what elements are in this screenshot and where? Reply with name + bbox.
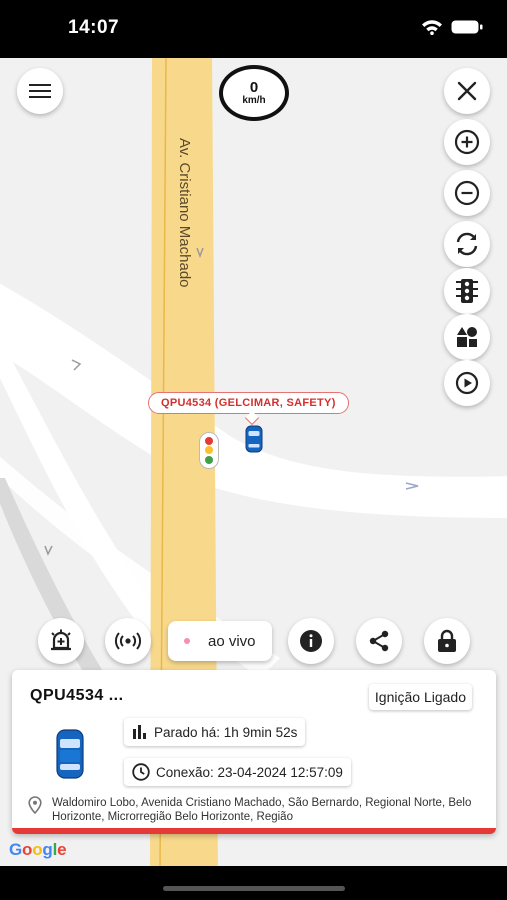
green-light bbox=[205, 456, 213, 465]
address-row: Waldomiro Lobo, Avenida Cristiano Machad… bbox=[28, 796, 488, 824]
status-bar: 14:07 bbox=[0, 0, 507, 58]
connection-time-chip: Conexão: 23-04-2024 12:57:09 bbox=[124, 758, 351, 786]
google-logo: Google bbox=[9, 840, 67, 859]
signal-broadcast-icon bbox=[115, 632, 141, 650]
status-time: 14:07 bbox=[68, 17, 120, 38]
minus-circle-icon bbox=[454, 180, 480, 206]
zoom-out-button[interactable] bbox=[444, 170, 490, 216]
traffic-signal-icon bbox=[199, 432, 219, 469]
refresh-icon bbox=[456, 232, 478, 256]
live-dot-icon bbox=[184, 638, 190, 644]
hamburger-icon bbox=[29, 84, 51, 98]
share-button[interactable] bbox=[356, 618, 402, 664]
connection-time-text: Conexão: 23-04-2024 12:57:09 bbox=[156, 764, 343, 780]
traffic-light-icon bbox=[456, 279, 478, 303]
live-button[interactable]: ao vivo bbox=[168, 621, 272, 661]
stopped-duration-text: Parado há: 1h 9min 52s bbox=[154, 724, 298, 740]
yellow-light bbox=[205, 446, 213, 455]
home-indicator bbox=[163, 886, 345, 891]
close-button[interactable] bbox=[444, 68, 490, 114]
close-icon bbox=[457, 81, 477, 101]
zoom-in-button[interactable] bbox=[444, 119, 490, 165]
status-color-bar bbox=[12, 828, 496, 834]
speed-value: 0 bbox=[249, 79, 259, 96]
signal-button[interactable] bbox=[105, 618, 151, 664]
red-light bbox=[205, 436, 213, 445]
wifi-icon bbox=[422, 20, 442, 35]
speed-unit: km/h bbox=[242, 95, 266, 106]
play-circle-icon bbox=[455, 371, 479, 395]
menu-button[interactable] bbox=[17, 68, 63, 114]
vehicle-info-card[interactable]: QPU4534 ... Ignição Ligado Parado há: 1h… bbox=[12, 670, 496, 834]
location-pin-icon bbox=[28, 796, 42, 814]
vehicle-plate: QPU4534 ... bbox=[30, 687, 124, 704]
map-layers-button[interactable] bbox=[444, 314, 490, 360]
bar-chart-icon bbox=[133, 725, 146, 739]
alarm-button[interactable] bbox=[38, 618, 84, 664]
info-button[interactable] bbox=[288, 618, 334, 664]
speedometer: 0 km/h bbox=[219, 65, 289, 121]
stopped-duration-chip: Parado há: 1h 9min 52s bbox=[124, 718, 306, 746]
vehicle-tag[interactable]: QPU4534 (GELCIMAR, SAFETY) bbox=[148, 392, 349, 414]
map-layers-icon bbox=[457, 327, 477, 347]
traffic-button[interactable] bbox=[444, 268, 490, 314]
vehicle-marker-icon[interactable] bbox=[245, 425, 263, 453]
clock-icon bbox=[132, 763, 150, 781]
ignition-status-badge: Ignição Ligado bbox=[368, 684, 472, 710]
alarm-add-icon bbox=[51, 629, 71, 651]
address-text: Waldomiro Lobo, Avenida Cristiano Machad… bbox=[52, 797, 472, 823]
battery-icon bbox=[451, 20, 483, 34]
lock-button[interactable] bbox=[424, 618, 470, 664]
share-icon bbox=[369, 630, 389, 652]
live-label: ao vivo bbox=[208, 632, 256, 650]
plus-circle-icon bbox=[454, 129, 480, 155]
lock-icon bbox=[438, 629, 456, 652]
playback-button[interactable] bbox=[444, 360, 490, 406]
vehicle-car-icon bbox=[56, 729, 84, 779]
map-view[interactable]: Av. Cristiano Machado 0 km/h QPU4534 (GE… bbox=[0, 58, 507, 866]
refresh-button[interactable] bbox=[444, 221, 490, 267]
street-label: Av. Cristiano Machado bbox=[176, 138, 193, 288]
info-icon bbox=[300, 630, 322, 652]
status-icons bbox=[421, 19, 483, 35]
